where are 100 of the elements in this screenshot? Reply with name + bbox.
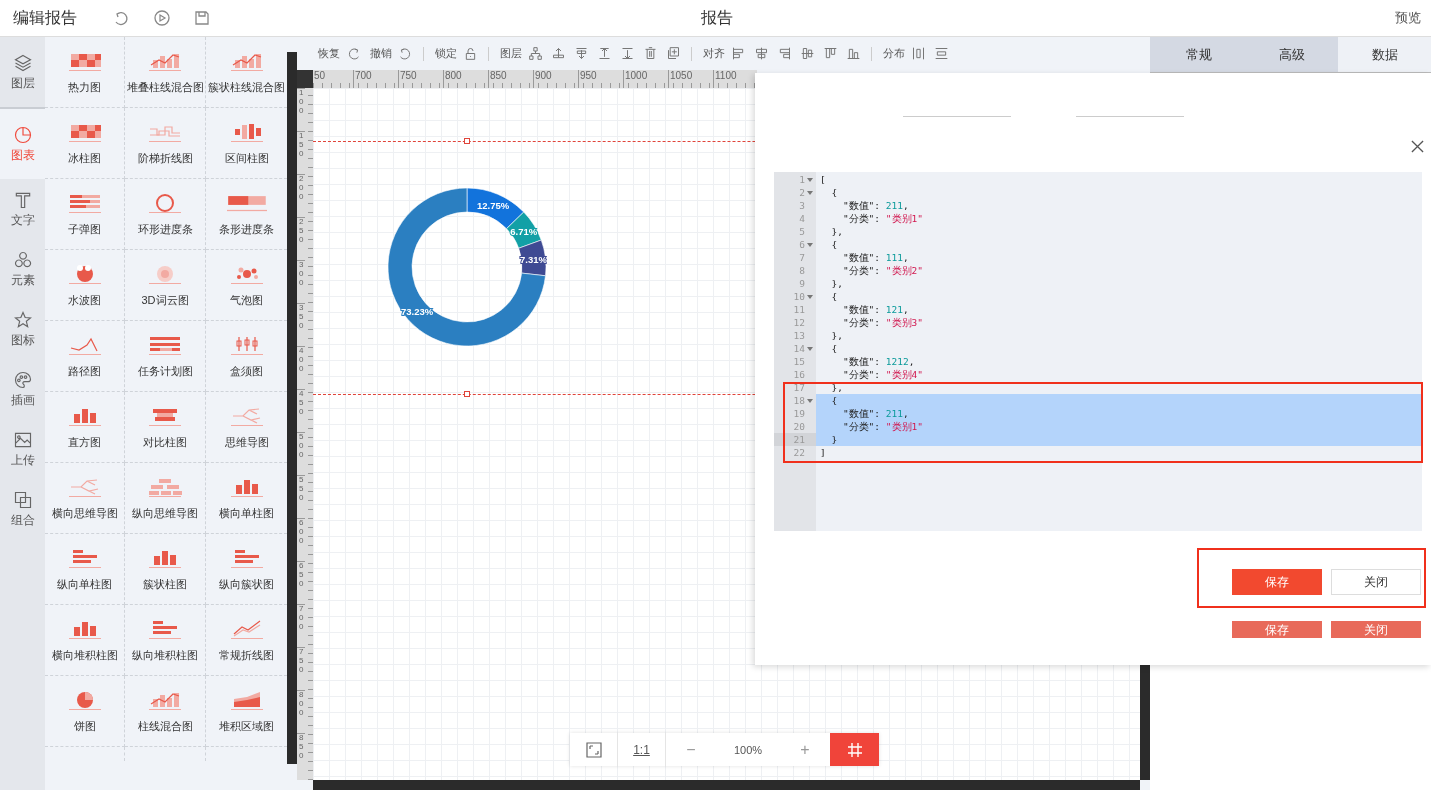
chart-type-item[interactable]: 路径图 [45,321,125,392]
ruler-label: 800 [297,690,305,733]
toolbar-label: 对齐 [703,46,725,61]
line-number: 15 [793,355,805,368]
code-line: "数值": 1212, [841,355,915,368]
line-number: 18 [793,394,805,407]
line-number: 9 [799,277,805,290]
code-line: }, [830,381,843,394]
line-number: 11 [793,303,805,316]
chart-type-item[interactable]: 纵向思维导图 [125,463,206,534]
line-number: 1 [799,173,805,186]
rail-tab[interactable]: 组合 [0,479,45,539]
code-line: { [830,186,838,199]
line-number: 16 [793,368,805,381]
report-title: 报告 [701,7,733,28]
line-number: 12 [793,316,805,329]
code-line: }, [830,225,843,238]
line-number: 10 [793,290,805,303]
ruler-label: 100 [297,88,305,131]
chart-type-item[interactable]: 对比柱图 [125,392,206,463]
ruler-label: 150 [297,131,305,174]
save-button[interactable]: 保存 [1232,569,1322,595]
ruler-label: 600 [297,518,305,561]
code-line: "分类": "类别1" [841,212,923,225]
chart-type-item[interactable]: 纵向堆积柱图 [125,605,206,676]
chart-type-item[interactable]: 冰柱图 [45,108,125,179]
toolbar-label: 分布 [883,46,905,61]
line-number: 17 [793,381,805,394]
toolbar-label: 恢复 [318,46,340,61]
line-number: 13 [793,329,805,342]
data-label: 12.75% [477,199,510,211]
ruler-label: 550 [297,475,305,518]
code-line: "分类": "类别4" [841,368,923,381]
ruler-label: 250 [297,217,305,260]
code-line: "分类": "类别2" [841,264,923,277]
ruler-label: 650 [297,561,305,604]
ruler-label: 50 [313,70,327,83]
line-number: 2 [799,186,805,199]
chart-type-item[interactable]: 环形进度条 [125,179,206,250]
line-number: 21 [793,433,805,446]
chart-type-item[interactable]: 簇状柱图 [125,534,206,605]
line-number: 22 [793,446,805,459]
line-number: 3 [799,199,805,212]
rail-tab[interactable]: 插画 [0,359,45,419]
chart-type-item[interactable]: 柱线混合图 [125,676,206,747]
panel-tab[interactable]: 数据 [1338,37,1431,72]
actual-size-button[interactable]: 1:1 [618,733,666,766]
line-number: 14 [793,342,805,355]
chart-type-item[interactable]: 热力图 [45,37,125,108]
panel-tab[interactable]: 常规 [1152,37,1245,72]
toolbar-label: 撤销 [370,46,392,61]
chart-type-item[interactable]: 堆叠柱线混合图 [125,37,206,108]
code-line: "数值": 211, [841,199,909,212]
rail-tab[interactable]: 上传 [0,419,45,479]
line-number: 8 [799,264,805,277]
chart-type-item[interactable]: 直方图 [45,392,125,463]
chart-type-item[interactable]: 水波图 [45,250,125,321]
chart-type-item[interactable]: 阶梯折线图 [125,108,206,179]
chart-type-item[interactable]: 饼图 [45,676,125,747]
ruler-label: 300 [297,260,305,303]
code-line: }, [830,329,843,342]
data-label: 73.23% [400,306,434,318]
ruler-label: 850 [297,733,305,776]
preview-link[interactable]: 预览 [1021,9,1421,27]
code-line: ] [819,446,826,459]
ruler-label: 450 [297,389,305,432]
toolbar-label: 图层 [500,46,522,61]
code-line: }, [830,277,843,290]
line-number: 6 [799,238,805,251]
code-line: "数值": 121, [841,303,909,316]
chart-type-item[interactable]: 横向思维导图 [45,463,125,534]
ruler-label: 200 [297,174,305,217]
code-line: { [830,238,838,251]
chart-type-item[interactable]: 子弹图 [45,179,125,250]
ruler-label: 400 [297,346,305,389]
code-line: "分类": "类别3" [841,316,923,329]
ruler-label: 700 [297,604,305,647]
chart-type-item[interactable]: 纵向单柱图 [45,534,125,605]
ruler-label: 750 [297,647,305,690]
rail-tab[interactable]: 图标 [0,299,45,359]
ruler-label: 350 [297,303,305,346]
rail-tab[interactable]: 元素 [0,239,45,299]
rail-tab[interactable]: 文字 [0,179,45,239]
chart-type-item[interactable]: 任务计划图 [125,321,206,392]
code-line: "数值": 111, [841,251,909,264]
line-number: 7 [799,251,805,264]
code-line: [ [819,173,826,186]
close-button[interactable]: 关闭 [1331,569,1421,595]
line-number: 19 [793,407,805,420]
chart-type-item[interactable]: 横向堆积柱图 [45,605,125,676]
chart-type-item[interactable]: 3D词云图 [125,250,206,321]
code-editor[interactable]: 1 [ 2 { 3 "数值": 211, 4 "分类": "类别1" 5 }, 6 { 7 "数值": 111, 8 "分类": "类别2" 9 }, 10 { 11 "数值": 121, 12 "分类": "类别3" 13 }, 14 { 15 "数值": 1212, 16 "分类": "类别4" 17 }, 18 { 19 "数值": 211, 20 "分类": "类别1" 21 } 22 ] [774,172,1422,531]
toolbar-label: 锁定 [435,46,457,61]
panel-tab[interactable]: 高级 [1245,37,1338,72]
line-number: 20 [793,420,805,433]
code-line: { [830,290,838,303]
code-line: { [830,342,838,355]
line-number: 5 [799,225,805,238]
data-label: 6.71% [510,225,538,237]
ruler-label: 500 [297,432,305,475]
